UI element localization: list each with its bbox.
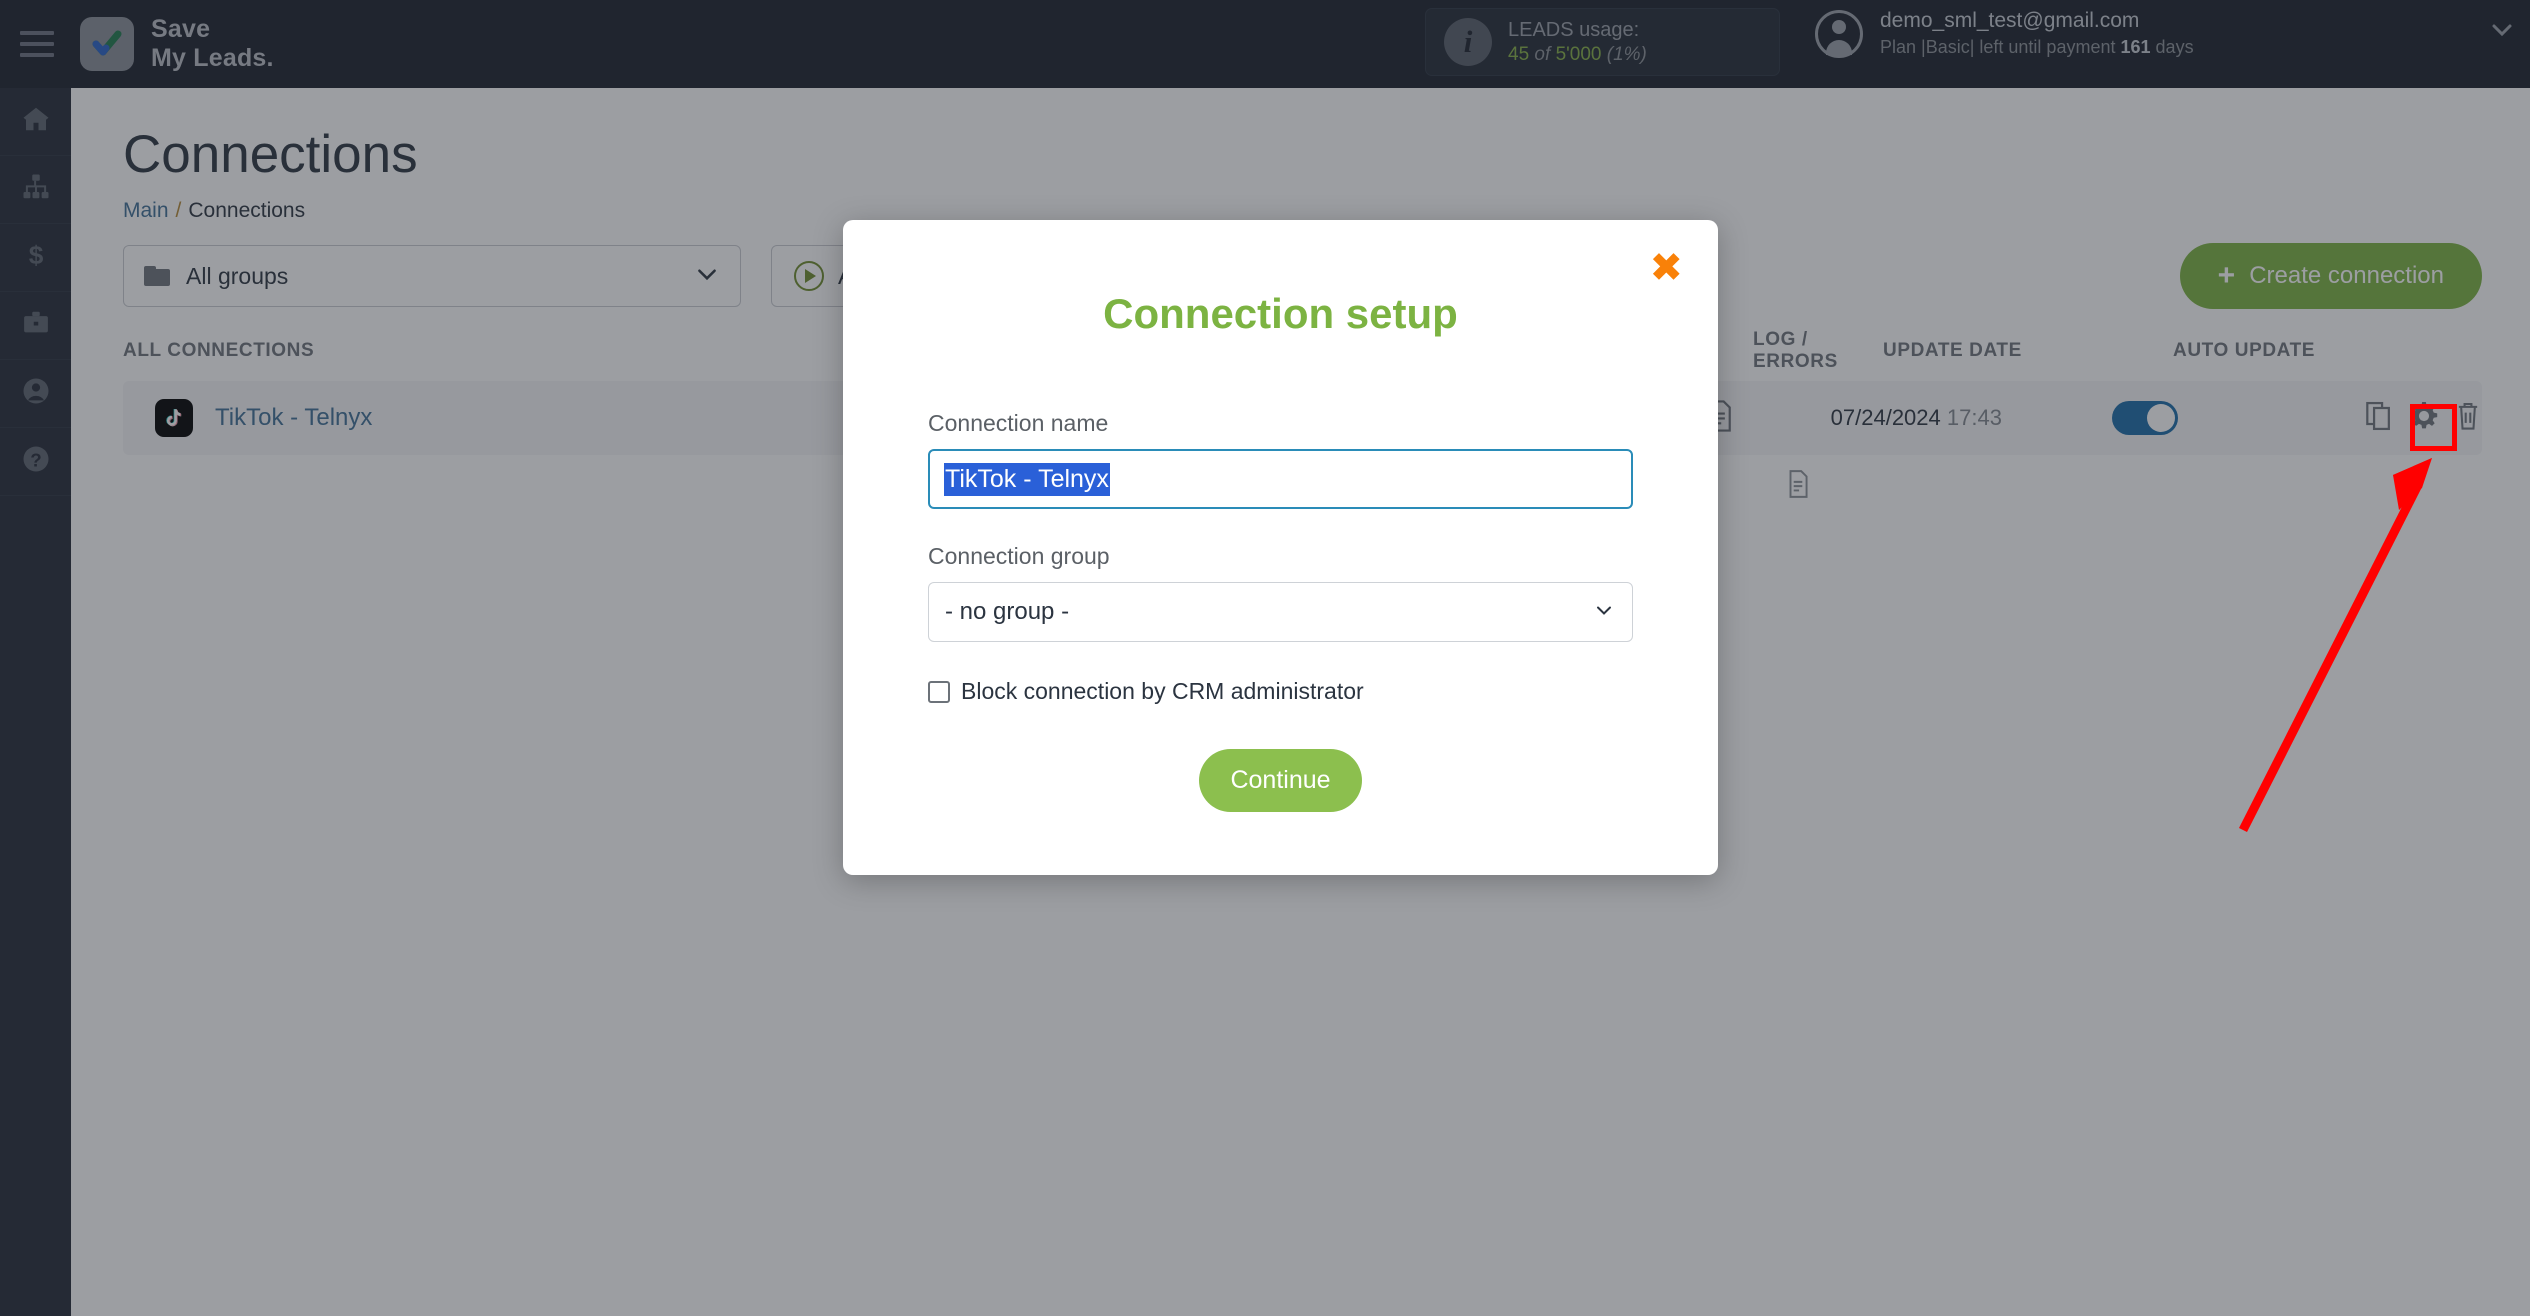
continue-label: Continue (1230, 766, 1331, 794)
connection-name-value: TikTok - Telnyx (944, 462, 1110, 496)
block-connection-label: Block connection by CRM administrator (961, 678, 1364, 704)
block-connection-checkbox[interactable] (928, 680, 950, 703)
connection-name-input[interactable]: TikTok - Telnyx (928, 449, 1633, 509)
close-icon[interactable]: ✖ (1649, 248, 1683, 288)
connection-setup-modal: ✖ Connection setup Connection name TikTo… (843, 220, 1718, 875)
chevron-down-icon (1592, 598, 1616, 627)
continue-button[interactable]: Continue (1199, 749, 1362, 812)
connection-group-value: - no group - (945, 598, 1070, 625)
connection-group-label: Connection group (928, 543, 1110, 569)
app-root: Save My Leads. i LEADS usage: 45 of 5'00… (0, 0, 2530, 1316)
connection-group-select[interactable]: - no group - (928, 582, 1633, 642)
modal-title: Connection setup (1103, 290, 1458, 337)
connection-name-label: Connection name (928, 410, 1109, 436)
block-connection-checkbox-row[interactable]: Block connection by CRM administrator (928, 678, 1633, 705)
